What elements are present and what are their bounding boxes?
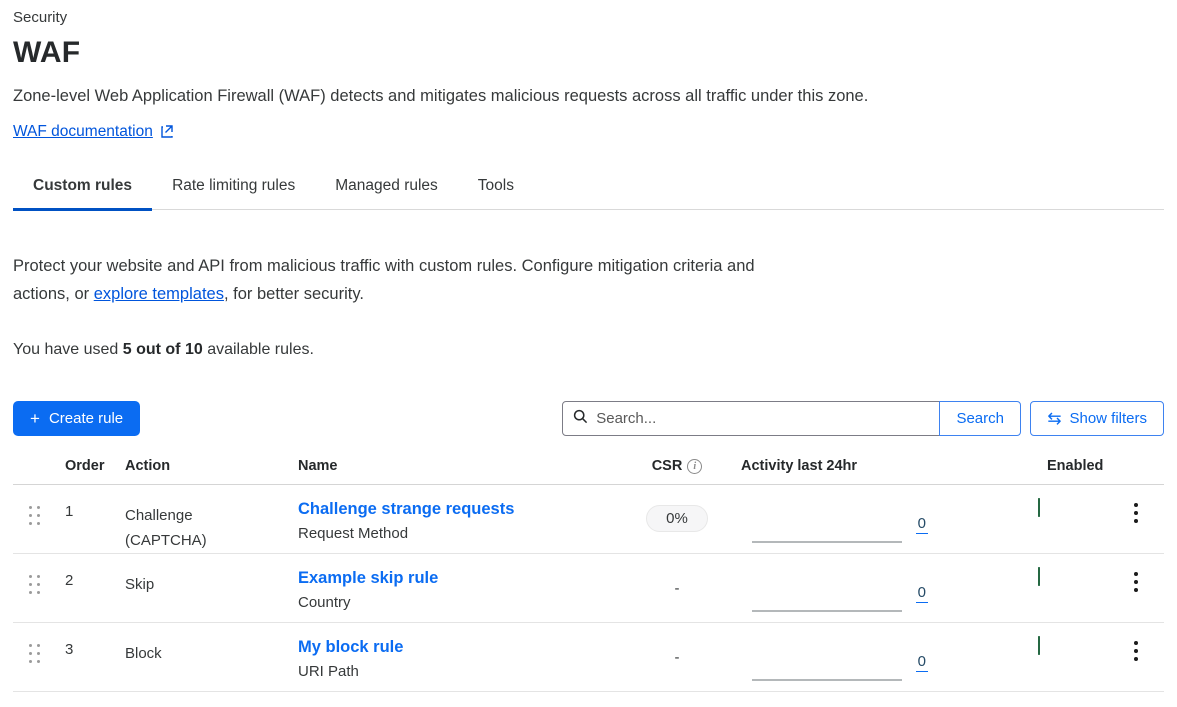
doc-link-row: WAF documentation <box>13 123 1164 141</box>
rule-order: 3 <box>55 623 115 658</box>
csr-value: - <box>675 643 680 667</box>
toggle-knob <box>1015 501 1037 523</box>
rule-action: Challenge (CAPTCHA) <box>115 485 240 553</box>
usage-count: 5 out of 10 <box>123 341 203 358</box>
activity-count-link[interactable]: 0 <box>916 653 928 672</box>
enabled-cell <box>950 485 1125 517</box>
header-csr-label: CSR <box>652 458 683 474</box>
waf-documentation-link[interactable]: WAF documentation <box>13 123 153 141</box>
toolbar-right: Search ⇆ Show filters <box>562 401 1164 436</box>
tab-managed-rules[interactable]: Managed rules <box>315 165 458 209</box>
rule-name-link[interactable]: Example skip rule <box>298 569 438 588</box>
show-filters-button[interactable]: ⇆ Show filters <box>1030 401 1164 436</box>
create-rule-label: Create rule <box>49 410 123 427</box>
create-rule-button[interactable]: + Create rule <box>13 401 140 436</box>
intro-text: Protect your website and API from malici… <box>13 252 758 308</box>
rule-name-cell: Example skip rule Country <box>287 554 617 611</box>
search-box <box>562 401 940 436</box>
usage-text: You have used 5 out of 10 available rule… <box>13 341 1164 359</box>
table-row: 1 Challenge (CAPTCHA) Challenge strange … <box>13 485 1164 554</box>
intro-after: , for better security. <box>224 285 364 303</box>
rule-action: Skip <box>115 554 240 597</box>
rules-table: Order Action Name CSR i Activity last 24… <box>13 458 1164 692</box>
csr-value: 0% <box>646 505 708 532</box>
tab-bar: Custom rules Rate limiting rules Managed… <box>13 165 1164 210</box>
rule-name-cell: Challenge strange requests Request Metho… <box>287 485 617 542</box>
external-link-icon <box>160 125 174 139</box>
toggle-knob <box>1015 639 1037 661</box>
check-icon <box>1047 642 1058 653</box>
enabled-cell <box>950 554 1125 586</box>
activity-sparkline <box>752 651 902 681</box>
rule-name-link[interactable]: Challenge strange requests <box>298 500 514 519</box>
drag-handle-icon[interactable] <box>29 575 40 594</box>
breadcrumb: Security <box>13 8 1164 26</box>
csr-empty: - <box>675 580 680 597</box>
rule-name-cell: My block rule URI Path <box>287 623 617 680</box>
search-icon <box>573 409 588 429</box>
row-menu-kebab-icon[interactable] <box>1125 641 1138 661</box>
usage-prefix: You have used <box>13 341 123 358</box>
explore-templates-link[interactable]: explore templates <box>94 285 224 303</box>
csr-empty: - <box>675 649 680 666</box>
table-row: 2 Skip Example skip rule Country - 0 <box>13 554 1164 623</box>
info-icon[interactable]: i <box>687 459 702 474</box>
activity-count-link[interactable]: 0 <box>916 584 928 603</box>
row-menu-kebab-icon[interactable] <box>1125 503 1138 523</box>
drag-handle-icon[interactable] <box>29 506 40 525</box>
csr-value: - <box>675 574 680 598</box>
enabled-cell <box>950 623 1125 655</box>
header-action: Action <box>115 458 287 474</box>
header-enabled: Enabled <box>1047 458 1125 474</box>
rule-name-link[interactable]: My block rule <box>298 638 403 657</box>
activity-sparkline <box>752 582 902 612</box>
csr-badge: 0% <box>646 505 708 532</box>
check-icon <box>1047 573 1058 584</box>
rule-field: Request Method <box>298 525 617 542</box>
drag-handle-icon[interactable] <box>29 644 40 663</box>
rule-order: 1 <box>55 485 115 520</box>
activity-cell: 0 <box>737 623 950 681</box>
check-icon <box>1047 504 1058 515</box>
page-title: WAF <box>13 36 1164 70</box>
page-description: Zone-level Web Application Firewall (WAF… <box>13 87 1164 106</box>
filters-swap-icon: ⇆ <box>1047 410 1061 427</box>
waf-page: Security WAF Zone-level Web Application … <box>0 0 1177 692</box>
header-csr: CSR i <box>652 458 703 474</box>
header-order: Order <box>55 458 115 474</box>
usage-suffix: available rules. <box>203 341 314 358</box>
show-filters-label: Show filters <box>1069 410 1147 427</box>
activity-cell: 0 <box>737 485 950 543</box>
rule-field: Country <box>298 594 617 611</box>
search-input[interactable] <box>596 410 929 427</box>
rule-order: 2 <box>55 554 115 589</box>
activity-sparkline <box>752 513 902 543</box>
enabled-toggle[interactable] <box>1038 636 1040 655</box>
plus-icon: + <box>30 410 40 427</box>
activity-count-link[interactable]: 0 <box>916 515 928 534</box>
tab-custom-rules[interactable]: Custom rules <box>13 165 152 209</box>
enabled-toggle[interactable] <box>1038 498 1040 517</box>
rule-action: Block <box>115 623 240 666</box>
header-activity: Activity last 24hr <box>737 458 950 474</box>
toolbar: + Create rule Search ⇆ Show filt <box>13 401 1164 436</box>
table-row: 3 Block My block rule URI Path - 0 <box>13 623 1164 692</box>
tab-tools[interactable]: Tools <box>458 165 534 209</box>
activity-cell: 0 <box>737 554 950 612</box>
row-menu-kebab-icon[interactable] <box>1125 572 1138 592</box>
table-header-row: Order Action Name CSR i Activity last 24… <box>13 458 1164 485</box>
rule-field: URI Path <box>298 663 617 680</box>
enabled-toggle[interactable] <box>1038 567 1040 586</box>
toggle-knob <box>1015 570 1037 592</box>
tab-rate-limiting-rules[interactable]: Rate limiting rules <box>152 165 315 209</box>
search-button[interactable]: Search <box>939 401 1021 436</box>
search-group: Search <box>562 401 1021 436</box>
header-name: Name <box>287 458 617 474</box>
